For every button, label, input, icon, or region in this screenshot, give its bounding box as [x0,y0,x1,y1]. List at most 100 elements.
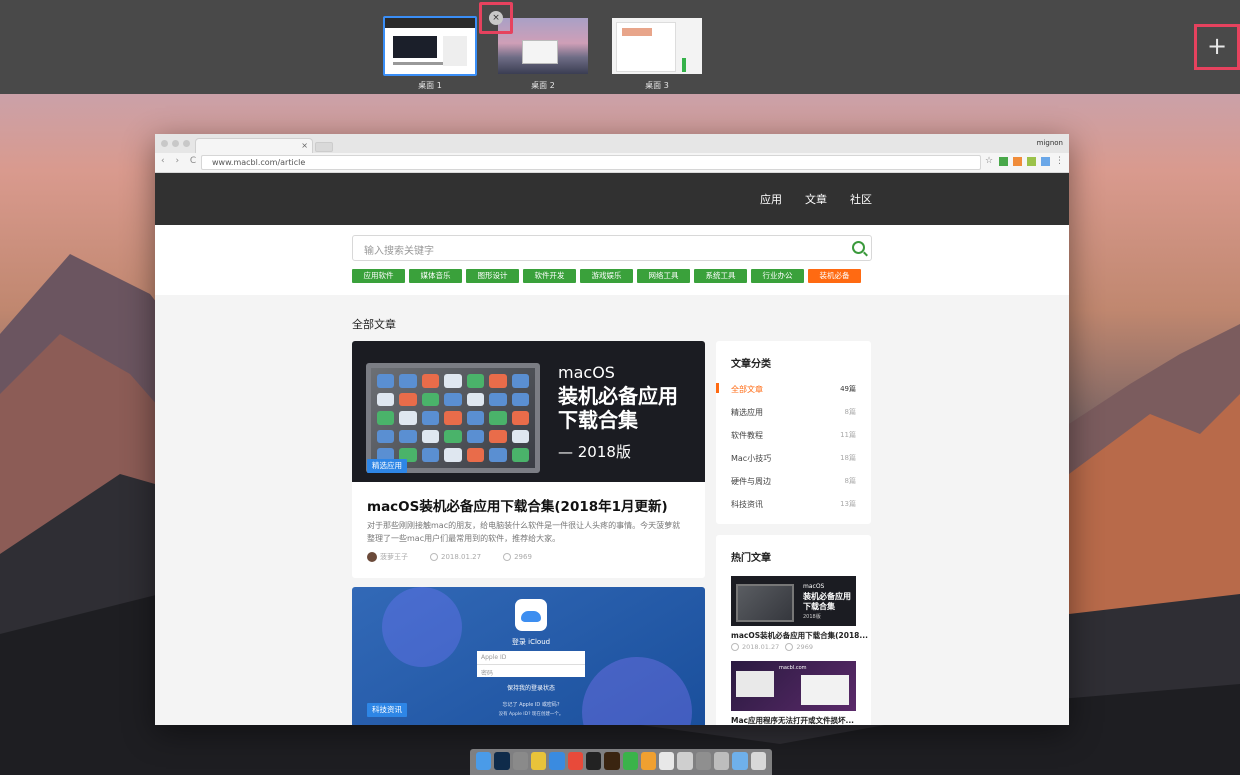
nav-apps[interactable]: 应用 [760,191,782,207]
article-author[interactable]: 菠萝王子 [380,553,408,561]
rss-extension-icon[interactable] [1013,157,1022,166]
article-card-icloud[interactable]: 登录 iCloud Apple ID 密码 保持我的登录状态 忘记了 Apple… [352,587,705,725]
category-button[interactable]: 网络工具 [637,269,690,283]
chrome-icon[interactable] [530,752,547,770]
category-button[interactable]: 行业办公 [751,269,804,283]
hot-article-image[interactable]: macbl.com [731,661,856,711]
hot-articles-panel: 热门文章 macOS 装机必备应用 下载合集 2018版 macOS装机必备应用… [716,535,871,725]
minimize-window-icon[interactable] [172,140,179,147]
profile-name[interactable]: mignon [1037,139,1063,147]
category-row[interactable]: 软件教程 11篇 [731,430,856,444]
download-extension-icon[interactable] [999,157,1008,166]
category-row-label: 硬件与周边 [731,477,771,486]
category-button-essential[interactable]: 装机必备 [808,269,861,283]
tab-close-icon[interactable]: × [301,141,308,150]
article-category-badge[interactable]: 科技资讯 [367,703,407,717]
dock [470,749,772,775]
article-excerpt: 对于那些刚刚接触mac的朋友，给电脑装什么软件是一件很让人头疼的事情。今天菠萝就… [367,521,681,543]
category-buttons: 应用软件 媒体音乐 图形设计 软件开发 游戏娱乐 网络工具 系统工具 行业办公 … [352,269,861,283]
hot-article-title[interactable]: macOS装机必备应用下载合集(2018... [731,630,868,641]
space-desktop-1[interactable]: 桌面 1 [383,16,477,91]
article-card[interactable]: macOS 装机必备应用 下载合集 — 2018版 精选应用 macOS装机必备… [352,341,705,578]
category-row[interactable]: Mac小技巧 18篇 [731,453,856,467]
translate-extension-icon[interactable] [1041,157,1050,166]
hot-article-title[interactable]: Mac应用程序无法打开或文件损坏... [731,715,854,725]
space-thumbnail[interactable] [610,16,704,76]
category-row[interactable]: 精选应用 8篇 [731,407,856,421]
category-button[interactable]: 图形设计 [466,269,519,283]
password-field-illustration: 密码 [477,664,585,677]
hot-image-text: macOS [803,583,825,590]
menu-icon[interactable]: ⋮ [1055,157,1064,166]
search-zone: 输入搜索关键字 应用软件 媒体音乐 图形设计 软件开发 游戏娱乐 网络工具 系统… [155,225,1069,295]
clock-icon [731,643,739,651]
forgot-text: 忘记了 Apple ID 或密码? [502,702,560,708]
hot-image-text: 2018版 [803,614,821,620]
category-row-label: 全部文章 [731,385,763,394]
nav-community[interactable]: 社区 [850,191,872,207]
space-label: 桌面 3 [645,81,669,90]
hero-text: 装机必备应用 [558,384,678,408]
qq-icon[interactable] [585,752,602,770]
wechat-icon[interactable] [622,752,638,770]
app-icon[interactable] [677,752,693,770]
nav-articles[interactable]: 文章 [805,191,827,207]
add-space-button[interactable]: + [1194,24,1240,70]
app-icon[interactable] [714,752,730,770]
category-row-count: 8篇 [844,408,856,416]
app-icon[interactable] [640,752,657,770]
article-title[interactable]: macOS装机必备应用下载合集(2018年1月更新) [367,495,668,515]
new-tab-button[interactable] [315,142,333,152]
category-button[interactable]: 游戏娱乐 [580,269,633,283]
category-row-label: 科技资讯 [731,500,763,509]
notes-icon[interactable] [659,752,675,770]
space-label: 桌面 1 [418,81,442,90]
search-icon[interactable] [852,241,865,254]
hero-text: — 2018版 [558,443,631,461]
section-heading: 全部文章 [352,318,396,331]
category-row-count: 18篇 [840,454,856,462]
illustrator-icon[interactable] [604,752,620,770]
close-window-icon[interactable] [161,140,168,147]
category-button[interactable]: 软件开发 [523,269,576,283]
extension-icon[interactable] [1027,157,1036,166]
laptop-illustration [366,363,540,473]
star-icon[interactable]: ☆ [985,157,994,166]
folder-icon[interactable] [732,752,748,770]
close-space-icon[interactable]: × [489,11,503,25]
system-preferences-icon[interactable] [695,752,712,770]
finder-icon[interactable] [476,752,492,770]
hot-article-image[interactable]: macOS 装机必备应用 下载合集 2018版 [731,576,856,626]
zoom-window-icon[interactable] [183,140,190,147]
article-views: 2969 [514,553,532,561]
category-button[interactable]: 系统工具 [694,269,747,283]
url-field[interactable]: www.macbl.com/article [201,155,981,170]
hot-article-views: 2969 [796,643,813,651]
space-thumbnail[interactable] [383,16,477,76]
category-row-all[interactable]: 全部文章 49篇 [716,383,856,398]
space-desktop-3[interactable]: 桌面 3 [610,16,704,91]
category-row[interactable]: 硬件与周边 8篇 [731,476,856,490]
photoshop-icon[interactable] [494,752,510,770]
article-category-badge[interactable]: 精选应用 [367,459,407,473]
trash-icon[interactable] [750,752,766,770]
article-date: 2018.01.27 [441,553,482,561]
article-hero-image[interactable]: macOS 装机必备应用 下载合集 — 2018版 精选应用 [352,341,705,482]
category-row-count: 11篇 [840,431,856,439]
weibo-icon[interactable] [567,752,583,770]
nav-buttons[interactable]: ‹ › C [161,156,200,166]
extension-icons: ☆ ⋮ [985,157,1064,166]
apple-id-field-illustration: Apple ID [477,651,585,664]
search-input[interactable]: 输入搜索关键字 [352,235,872,261]
safari-icon[interactable] [549,752,565,770]
space-label: 桌面 2 [531,81,555,90]
site-header: 应用 文章 社区 [155,173,1069,225]
category-button[interactable]: 应用软件 [352,269,405,283]
mission-control-spaces-bar: 桌面 1 桌面 2 桌面 3 × + [0,0,1240,94]
browser-tab[interactable]: × [195,138,313,153]
category-row[interactable]: 科技资讯 13篇 [731,499,856,513]
hot-article-date: 2018.01.27 [742,643,780,651]
hot-image-url: macbl.com [779,665,807,671]
app-icon[interactable] [512,752,528,770]
category-button[interactable]: 媒体音乐 [409,269,462,283]
